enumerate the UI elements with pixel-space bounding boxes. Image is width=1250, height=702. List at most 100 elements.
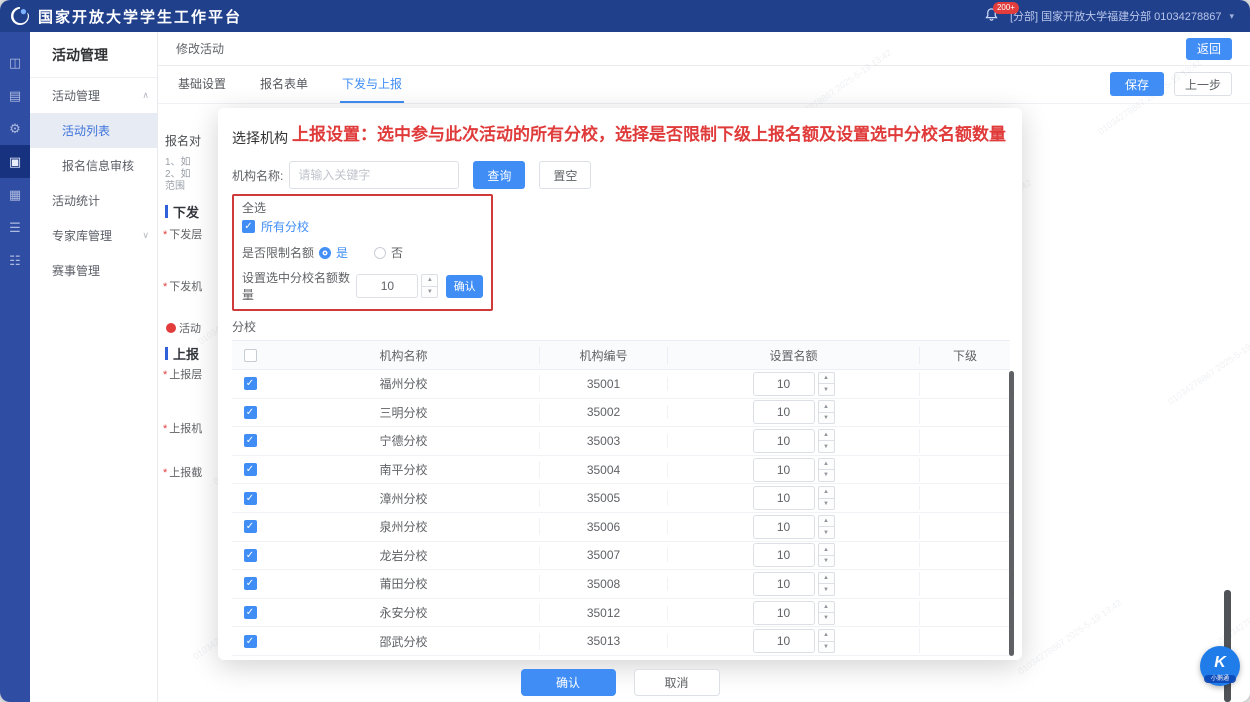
- org-chart-icon[interactable]: ◫: [0, 46, 30, 79]
- step-up-icon[interactable]: ▲: [819, 516, 834, 528]
- step-down-icon[interactable]: ▼: [819, 441, 834, 452]
- step-up-icon[interactable]: ▲: [819, 459, 834, 471]
- branch-name: 邵武分校: [268, 633, 540, 650]
- watermark: 01034278867 2025-5-19 13:42: [1216, 567, 1250, 646]
- limit-yes-label: 是: [336, 244, 348, 261]
- quota-input[interactable]: 10: [753, 486, 815, 510]
- step-up-icon[interactable]: ▲: [819, 573, 834, 585]
- notification-bell-icon[interactable]: 200+: [984, 7, 1002, 25]
- quota-stepper: ▲▼: [818, 429, 835, 453]
- row-checkbox[interactable]: ✓: [244, 377, 257, 390]
- tab-基础设置[interactable]: 基础设置: [176, 65, 228, 103]
- step-up-icon[interactable]: ▲: [819, 401, 834, 413]
- step-up-icon[interactable]: ▲: [819, 630, 834, 642]
- step-down-icon[interactable]: ▼: [819, 556, 834, 567]
- step-down-icon[interactable]: ▼: [819, 527, 834, 538]
- bg-field-report-level: *上报层: [163, 366, 202, 382]
- row-checkbox[interactable]: ✓: [244, 549, 257, 562]
- bg-section-send: 下发: [165, 202, 199, 221]
- account-name[interactable]: [分部] 国家开放大学福建分部 01034278867: [1010, 8, 1222, 24]
- modal-confirm-button[interactable]: 确认: [521, 669, 616, 696]
- sidebar-item-赛事管理[interactable]: 赛事管理: [30, 253, 157, 288]
- quota-input[interactable]: 10: [753, 429, 815, 453]
- row-checkbox[interactable]: ✓: [244, 406, 257, 419]
- account-caret-icon[interactable]: ▾: [1229, 11, 1234, 22]
- header-checkbox[interactable]: [244, 349, 257, 362]
- col-header-quota: 设置名额: [668, 347, 920, 364]
- list-icon[interactable]: ☰: [0, 211, 30, 244]
- branch-code: 35013: [540, 634, 668, 648]
- step-up-icon[interactable]: ▲: [819, 544, 834, 556]
- step-up-icon[interactable]: ▲: [422, 275, 437, 287]
- branch-name: 漳州分校: [268, 490, 540, 507]
- activity-icon[interactable]: ▣: [0, 145, 30, 178]
- step-up-icon[interactable]: ▲: [819, 430, 834, 442]
- row-checkbox[interactable]: ✓: [244, 606, 257, 619]
- step-down-icon[interactable]: ▼: [819, 584, 834, 595]
- sidebar-item-报名信息审核[interactable]: 报名信息审核: [30, 148, 157, 183]
- icon-rail: ◫▤⚙▣▦☰☷: [0, 32, 30, 702]
- sidebar-item-专家库管理[interactable]: 专家库管理∨: [30, 218, 157, 253]
- quota-input[interactable]: 10: [753, 400, 815, 424]
- bulk-quota-input[interactable]: 10: [356, 274, 418, 298]
- sidebar-item-活动统计[interactable]: 活动统计: [30, 183, 157, 218]
- row-checkbox[interactable]: ✓: [244, 635, 257, 648]
- step-down-icon[interactable]: ▼: [422, 287, 437, 298]
- step-up-icon[interactable]: ▲: [819, 487, 834, 499]
- modal-cancel-button[interactable]: 取消: [634, 669, 720, 696]
- save-button[interactable]: 保存: [1110, 72, 1164, 96]
- document-icon[interactable]: ▤: [0, 79, 30, 112]
- layers-icon[interactable]: ▦: [0, 178, 30, 211]
- gear-icon[interactable]: ⚙: [0, 112, 30, 145]
- org-name-input[interactable]: [289, 161, 459, 189]
- back-button[interactable]: 返回: [1186, 38, 1232, 60]
- limit-no-radio[interactable]: [374, 247, 386, 259]
- prev-step-button[interactable]: 上一步: [1174, 72, 1232, 96]
- tab-下发与上报[interactable]: 下发与上报: [340, 65, 404, 103]
- query-button[interactable]: 查询: [473, 161, 525, 189]
- step-down-icon[interactable]: ▼: [819, 384, 834, 395]
- row-checkbox[interactable]: ✓: [244, 577, 257, 590]
- step-down-icon[interactable]: ▼: [819, 413, 834, 424]
- all-branches-checkbox[interactable]: ✓: [242, 220, 255, 233]
- step-down-icon[interactable]: ▼: [819, 613, 834, 624]
- limit-yes-radio[interactable]: [319, 247, 331, 259]
- sidebar-item-label: 赛事管理: [52, 262, 100, 279]
- row-checkbox[interactable]: ✓: [244, 492, 257, 505]
- quota-input[interactable]: 10: [753, 372, 815, 396]
- table-scrollbar[interactable]: [1009, 371, 1014, 656]
- clear-button[interactable]: 置空: [539, 161, 591, 189]
- breadcrumb: 修改活动: [176, 40, 224, 57]
- step-up-icon[interactable]: ▲: [819, 602, 834, 614]
- step-down-icon[interactable]: ▼: [819, 642, 834, 653]
- bulk-confirm-button[interactable]: 确认: [446, 275, 483, 298]
- widget-logo-icon: K: [1214, 654, 1226, 672]
- sidebar-item-活动管理[interactable]: 活动管理∧: [30, 78, 157, 113]
- section-bar: [165, 205, 168, 218]
- quota-input[interactable]: 10: [753, 572, 815, 596]
- step-down-icon[interactable]: ▼: [819, 499, 834, 510]
- tab-报名表单[interactable]: 报名表单: [258, 65, 310, 103]
- quota-input[interactable]: 10: [753, 543, 815, 567]
- alert-dot-icon: [166, 323, 176, 333]
- sidebar-item-label: 活动列表: [62, 122, 110, 139]
- branch-code: 35004: [540, 463, 668, 477]
- row-checkbox[interactable]: ✓: [244, 434, 257, 447]
- row-checkbox[interactable]: ✓: [244, 463, 257, 476]
- branch-code: 35002: [540, 405, 668, 419]
- quota-input[interactable]: 10: [753, 601, 815, 625]
- main-area: 修改活动 返回 基础设置报名表单下发与上报 保存 上一步 报名对 1、如 2、如…: [158, 32, 1250, 702]
- row-checkbox[interactable]: ✓: [244, 520, 257, 533]
- bg-field-send-level: *下发层: [163, 226, 202, 242]
- quota-input[interactable]: 10: [753, 458, 815, 482]
- watermark: 01034278867 2025-5-19 13:42: [1016, 597, 1123, 676]
- step-down-icon[interactable]: ▼: [819, 470, 834, 481]
- step-up-icon[interactable]: ▲: [819, 373, 834, 385]
- branch-code: 35003: [540, 434, 668, 448]
- menu-icon[interactable]: ☷: [0, 244, 30, 277]
- quota-input[interactable]: 10: [753, 515, 815, 539]
- quota-input[interactable]: 10: [753, 629, 815, 653]
- sidebar-item-活动列表[interactable]: 活动列表: [30, 113, 157, 148]
- float-widget[interactable]: K 小鹅通: [1200, 646, 1240, 686]
- branch-name: 永安分校: [268, 604, 540, 621]
